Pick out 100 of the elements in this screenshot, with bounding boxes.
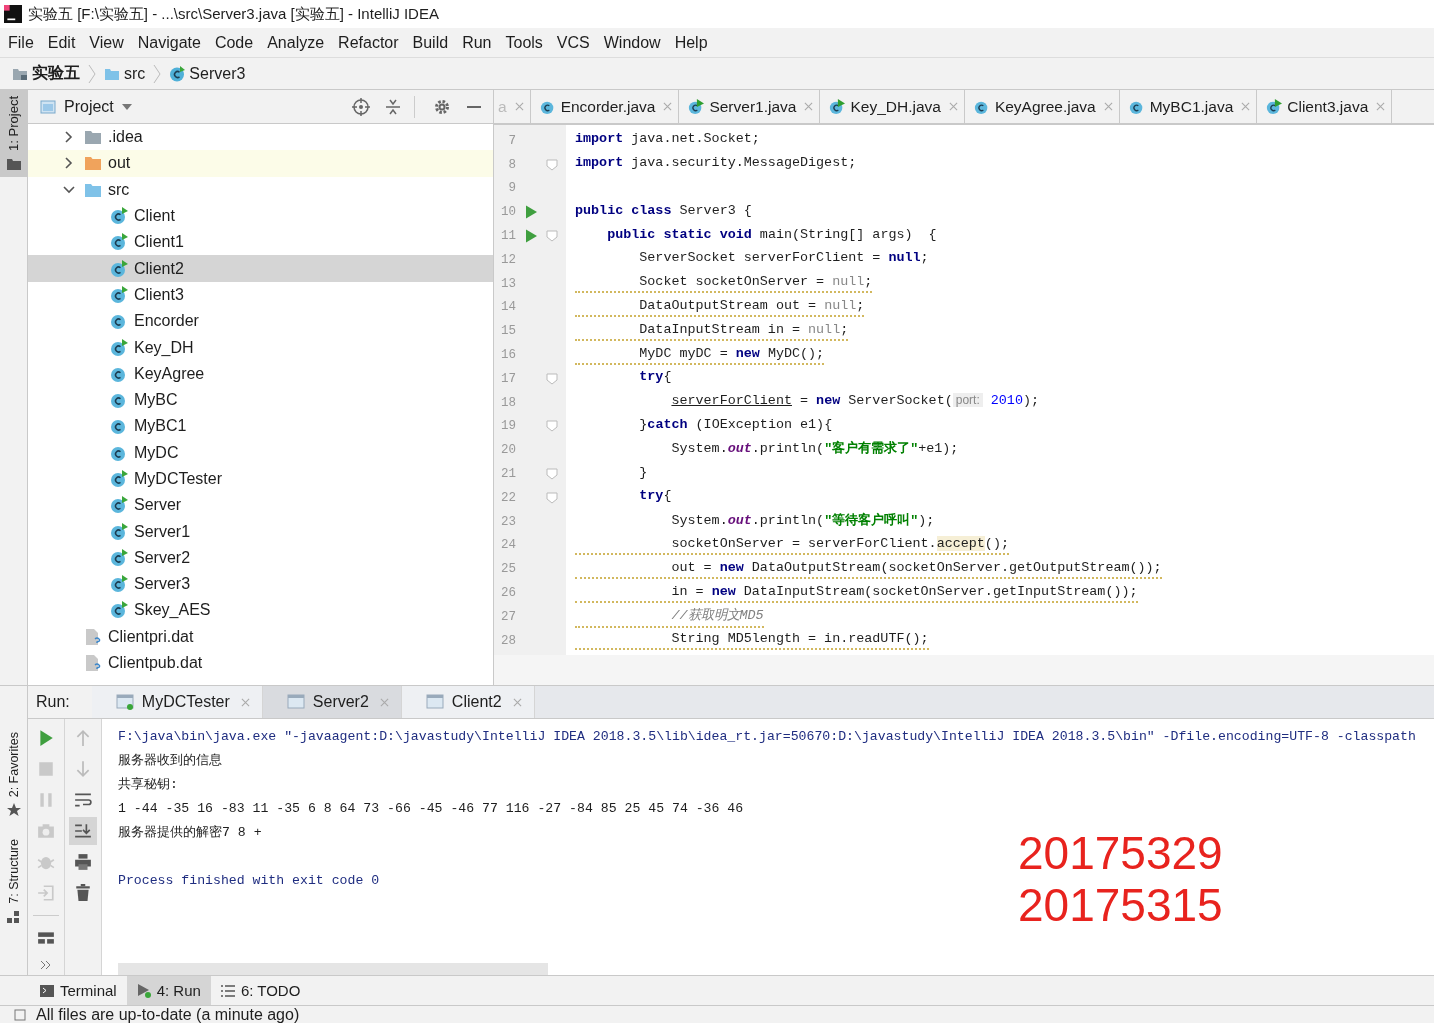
tool-window-tab[interactable]: Terminal: [30, 976, 127, 1005]
tree-item[interactable]: Server1: [28, 518, 493, 545]
breadcrumb-item[interactable]: Server3: [189, 64, 246, 83]
tree-item[interactable]: Server2: [28, 544, 493, 572]
locate-icon[interactable]: [352, 97, 370, 116]
panel-title[interactable]: Project: [64, 97, 114, 116]
tree-item[interactable]: Key_DH: [28, 334, 493, 361]
code-line: }catch (IOException e1){: [638, 416, 833, 434]
fold-marker-icon[interactable]: [546, 468, 558, 481]
tree-item[interactable]: MyBC: [28, 386, 493, 414]
tree-item[interactable]: MyDC: [28, 439, 493, 466]
editor-tab[interactable]: MyBC1.java: [1119, 90, 1258, 123]
line-number: 18: [500, 395, 516, 410]
run-gutter-icon[interactable]: [525, 205, 537, 220]
tree-item[interactable]: MyDCTester: [28, 465, 493, 493]
chevron-right-icon[interactable]: [63, 131, 75, 144]
menu-item[interactable]: VCS: [556, 33, 590, 52]
fold-marker-icon[interactable]: [546, 420, 558, 433]
tool-window-tab[interactable]: 2: Favorites: [0, 726, 27, 824]
chevron-down-icon[interactable]: [63, 183, 75, 196]
collapse-all-icon[interactable]: [384, 97, 402, 116]
close-icon[interactable]: [1241, 102, 1251, 111]
tree-item[interactable]: Server3: [28, 571, 493, 598]
close-icon[interactable]: [240, 697, 250, 707]
tree-item[interactable]: Client: [28, 202, 493, 230]
close-icon[interactable]: [514, 102, 524, 111]
menu-item[interactable]: Edit: [47, 33, 76, 52]
close-icon[interactable]: [663, 102, 673, 111]
menu-item[interactable]: File: [8, 33, 34, 52]
tree-item[interactable]: KeyAgree: [28, 360, 493, 387]
breadcrumb-item[interactable]: src: [124, 64, 146, 83]
fold-marker-icon[interactable]: [546, 372, 558, 385]
tree-item[interactable]: .idea: [28, 124, 493, 151]
menu-item[interactable]: Code: [214, 33, 254, 52]
editor-tab[interactable]: Encorder.java: [530, 90, 680, 123]
chevron-right-icon[interactable]: [63, 157, 75, 170]
tool-window-tab[interactable]: 7: Structure: [0, 833, 27, 930]
tree-item[interactable]: src: [28, 176, 493, 203]
menu-item[interactable]: Refactor: [338, 33, 399, 52]
menu-item[interactable]: Build: [412, 33, 449, 52]
editor-tab[interactable]: Server1.java: [679, 90, 821, 123]
tree-item[interactable]: Client3: [28, 281, 493, 309]
tree-item[interactable]: Client2: [28, 255, 493, 282]
close-icon[interactable]: [379, 697, 389, 707]
arrow-up-icon[interactable]: [74, 729, 92, 747]
settings-icon[interactable]: [433, 97, 451, 116]
tree-item[interactable]: Encorder: [28, 308, 493, 335]
editor-tab[interactable]: KeyAgree.java: [964, 90, 1120, 123]
run-tab[interactable]: Server2: [262, 686, 402, 718]
run-tab[interactable]: MyDCTester: [91, 686, 263, 718]
menu-item[interactable]: Window: [603, 33, 661, 52]
tree-item[interactable]: Client1: [28, 229, 493, 256]
tree-item[interactable]: Clientpub.dat: [28, 649, 493, 677]
tool-window-tab[interactable]: 4: Run: [126, 976, 211, 1005]
tree-item[interactable]: MyBC1: [28, 413, 493, 440]
menu-item[interactable]: Analyze: [267, 33, 325, 52]
close-icon[interactable]: [1103, 102, 1113, 111]
code-line: DataOutputStream out = null;: [575, 297, 865, 317]
menu-item[interactable]: Run: [462, 33, 492, 52]
menu-item[interactable]: Help: [674, 33, 708, 52]
trash-icon[interactable]: [74, 884, 92, 902]
overlay-note: 20175329: [1018, 827, 1223, 879]
editor-tab[interactable]: Client3.java: [1257, 90, 1393, 123]
more-icon[interactable]: [40, 960, 52, 970]
fold-marker-icon[interactable]: [546, 230, 558, 243]
soft-wrap-icon[interactable]: [74, 791, 92, 809]
tool-window-tab[interactable]: 6: TODO: [210, 976, 311, 1005]
tree-item[interactable]: Server: [28, 492, 493, 519]
tree-item[interactable]: Clientpri.dat: [28, 623, 493, 650]
breadcrumb-item[interactable]: 实验五: [32, 63, 80, 84]
tool-window-tab[interactable]: 1: Project: [0, 90, 27, 177]
menu-item[interactable]: Navigate: [137, 33, 201, 52]
dropdown-caret-icon[interactable]: [121, 103, 132, 110]
fold-marker-icon[interactable]: [546, 491, 558, 504]
rerun-icon[interactable]: [37, 729, 55, 747]
arrow-down-icon[interactable]: [74, 760, 92, 778]
stop-icon[interactable]: [37, 760, 55, 778]
status-toggle-icon[interactable]: [14, 1009, 26, 1021]
fold-marker-icon[interactable]: [546, 158, 558, 171]
print-icon[interactable]: [74, 853, 92, 871]
tree-item[interactable]: out: [28, 150, 493, 177]
close-icon[interactable]: [804, 102, 814, 111]
scrollbar-track[interactable]: [494, 655, 1434, 685]
tree-item[interactable]: Skey_AES: [28, 597, 493, 624]
editor-tab[interactable]: Key_DH.java: [820, 90, 965, 123]
menu-item[interactable]: View: [89, 33, 124, 52]
scrollbar-thumb[interactable]: [118, 963, 548, 975]
pause-icon[interactable]: [37, 791, 55, 809]
layout-icon[interactable]: [37, 929, 55, 947]
run-gutter-icon[interactable]: [525, 229, 537, 244]
run-tab[interactable]: Client2: [401, 686, 535, 718]
login-icon[interactable]: [37, 884, 55, 902]
close-icon[interactable]: [948, 102, 958, 111]
close-icon[interactable]: [1376, 102, 1386, 111]
code-line: String MD5length = in.readUTF();: [575, 631, 929, 651]
code-line: in = new DataInputStream(socketOnServer.getInputStream());: [575, 583, 1138, 603]
menu-item[interactable]: Tools: [505, 33, 543, 52]
camera-icon[interactable]: [37, 822, 55, 840]
code-line: }: [638, 464, 648, 482]
close-icon[interactable]: [512, 697, 522, 707]
